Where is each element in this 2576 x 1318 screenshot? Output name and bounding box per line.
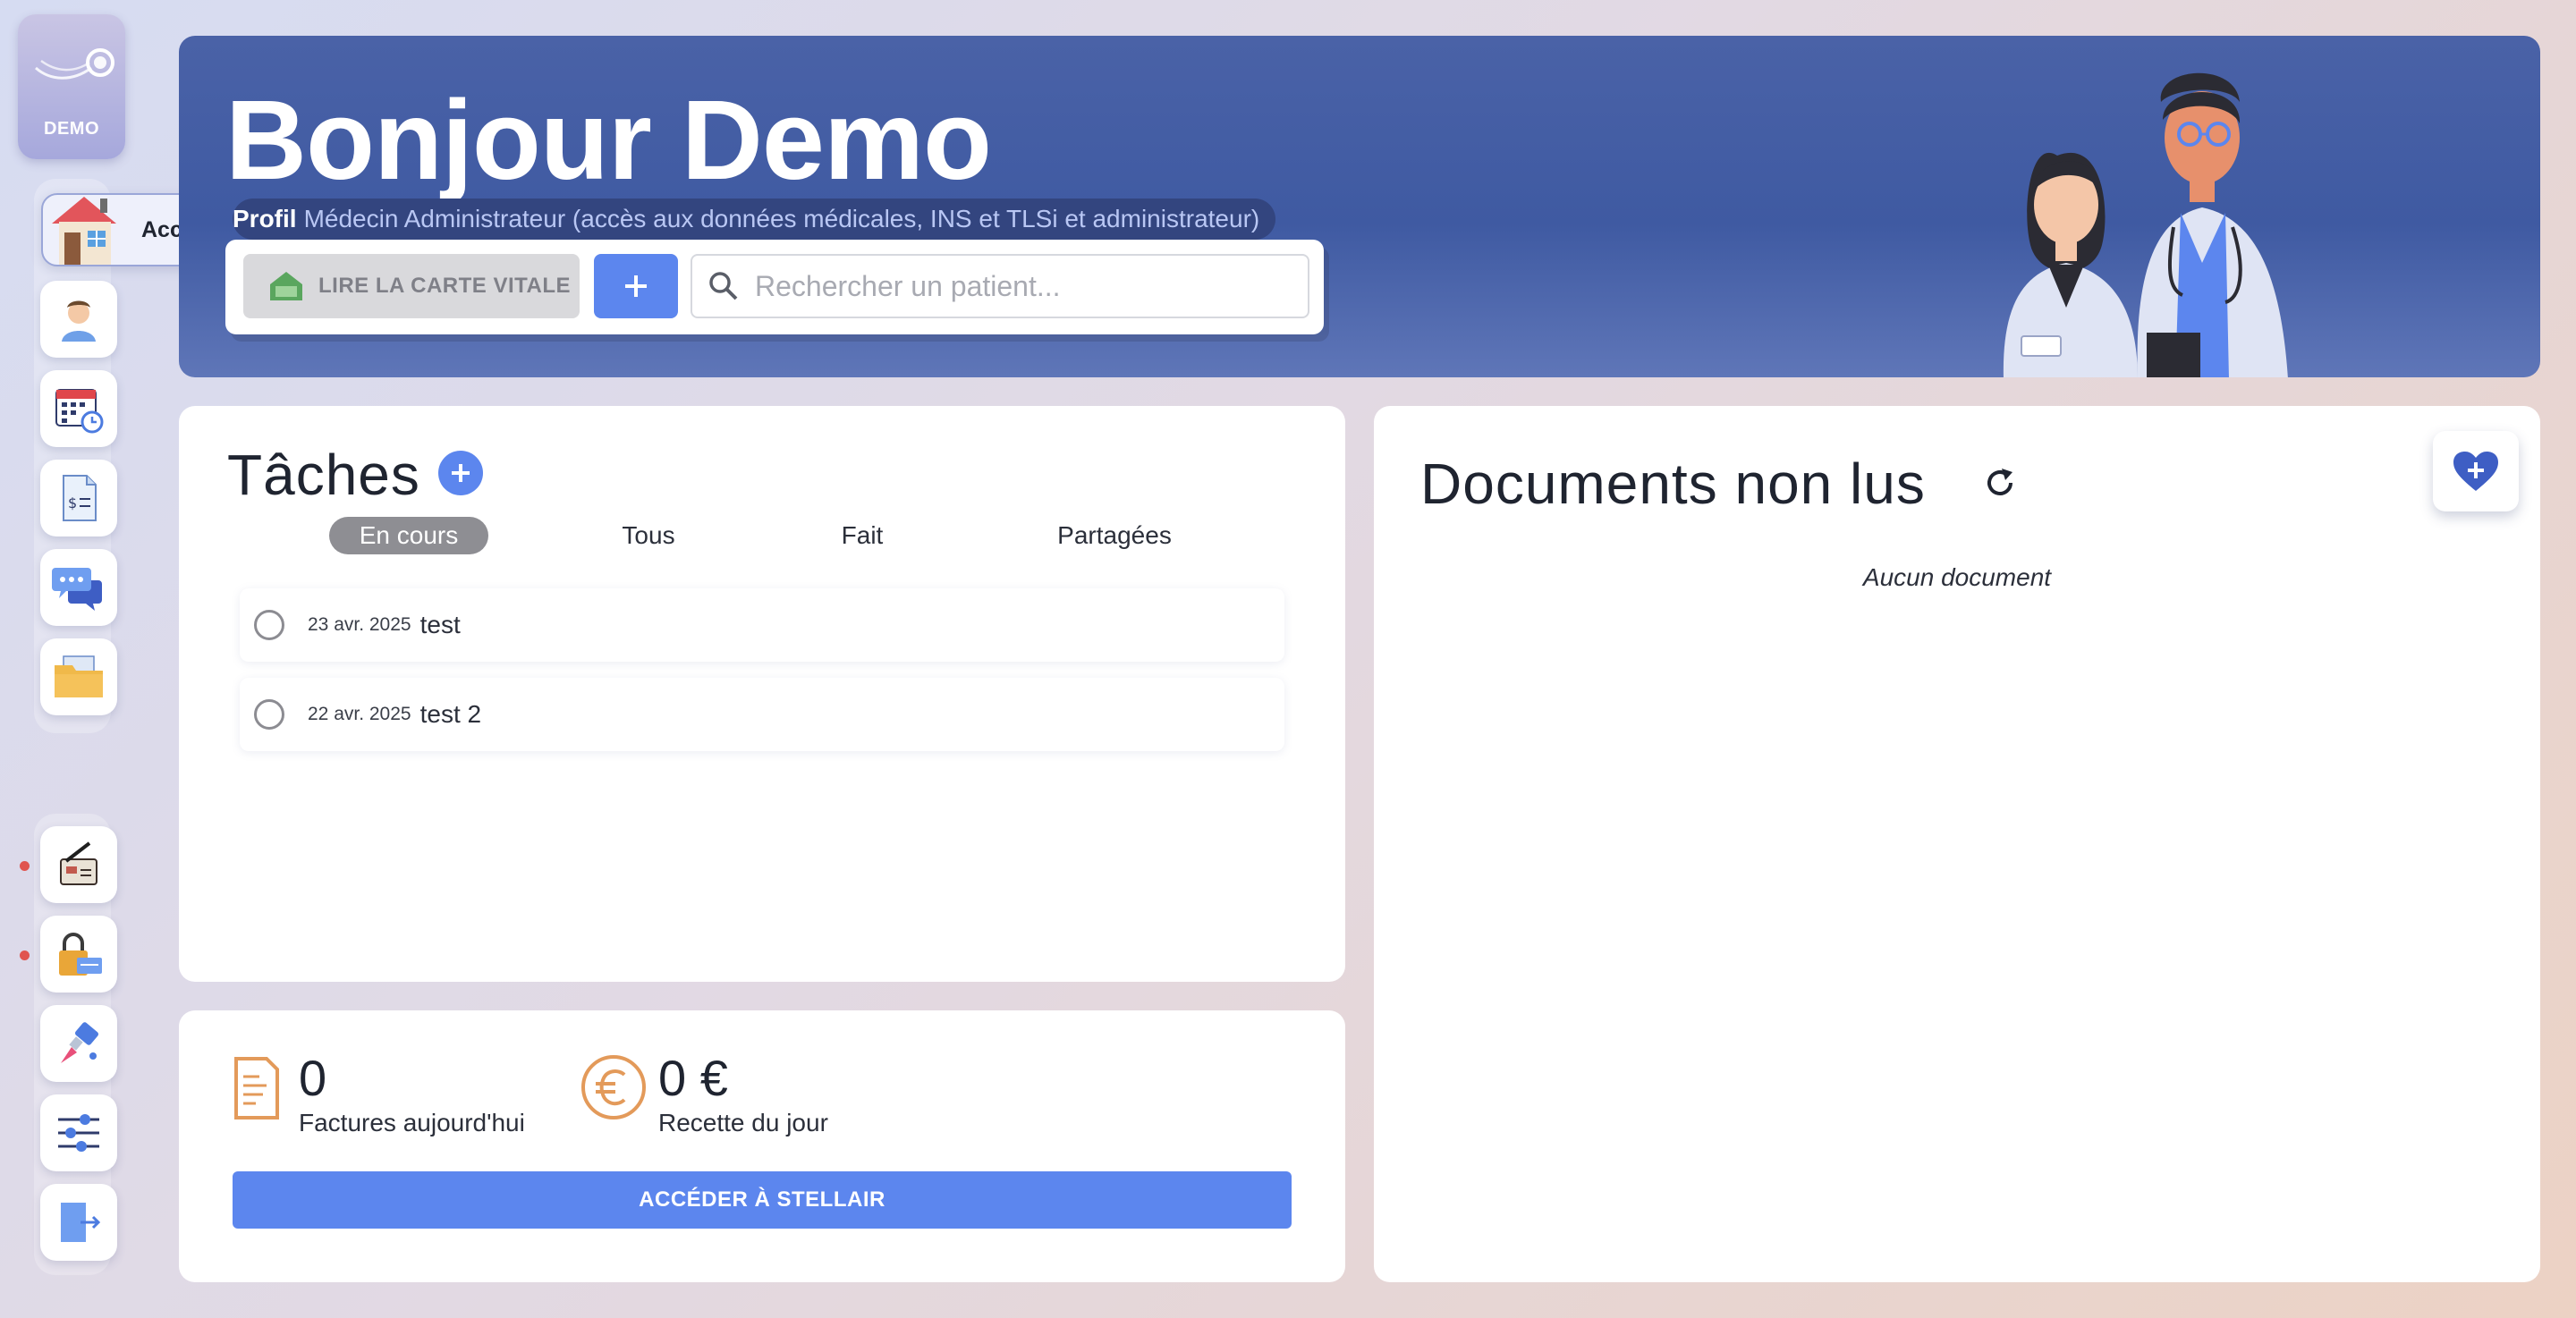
revenue-value: 0 € — [658, 1050, 728, 1106]
read-vitale-card-button[interactable]: LIRE LA CARTE VITALE — [243, 254, 580, 318]
sidebar-item-calendar[interactable] — [40, 370, 117, 447]
revenue-label: Recette du jour — [658, 1109, 828, 1136]
sidebar-item-settings[interactable] — [40, 1094, 117, 1171]
sidebar-item-invoice[interactable]: $ — [40, 460, 117, 536]
sidebar-item-secure-card[interactable] — [40, 916, 117, 993]
documents-title: Documents non lus — [1420, 452, 1926, 516]
plus-icon — [452, 464, 470, 482]
plus-icon — [625, 275, 647, 297]
sidebar-item-logout[interactable] — [40, 1184, 117, 1261]
documents-card: Documents non lus Aucun document — [1374, 406, 2540, 1282]
task-row[interactable]: 22 avr. 2025 test 2 — [240, 678, 1284, 751]
patient-icon — [62, 300, 96, 342]
search-icon — [709, 272, 738, 300]
add-task-button[interactable] — [438, 451, 483, 495]
stats-card: 0 Factures aujourd'hui 0 € Recette du jo… — [179, 1010, 1345, 1282]
patient-search-input[interactable] — [755, 269, 1274, 303]
tasks-title: Tâches — [227, 443, 420, 507]
documents-empty-text: Aucun document — [1862, 563, 2052, 591]
lock-card-icon — [59, 933, 102, 976]
heart-plus-icon — [2453, 452, 2498, 491]
task-date: 23 avr. 2025 — [308, 614, 411, 635]
task-date: 22 avr. 2025 — [308, 704, 411, 724]
sidebar-item-card-reader[interactable] — [40, 826, 117, 903]
page-title: Bonjour Demo — [225, 77, 992, 203]
profile-label: Profil — [233, 205, 297, 232]
profile-line: Profil Médecin Administrateur (accès aux… — [233, 199, 1276, 240]
read-vitale-card-label: LIRE LA CARTE VITALE — [318, 274, 571, 298]
alert-dot — [20, 861, 30, 871]
doctors-illustration — [2003, 72, 2288, 377]
task-row[interactable]: 23 avr. 2025 test — [240, 588, 1284, 662]
app-logo[interactable]: DEMO — [18, 14, 125, 159]
tasks-card: Tâches En cours Tous Fait Partagées 23 a… — [179, 406, 1345, 982]
card-reader-icon — [60, 841, 97, 885]
stellair-button[interactable]: ACCÉDER À STELLAIR — [233, 1171, 1292, 1229]
invoices-stat: 0 Factures aujourd'hui — [299, 1053, 525, 1137]
invoice-doc-icon — [234, 1057, 279, 1119]
logo-text: DEMO — [44, 119, 99, 139]
tab-fait[interactable]: Fait — [809, 517, 916, 554]
vitale-card-icon — [270, 272, 302, 300]
revenue-stat: 0 € Recette du jour — [658, 1053, 828, 1137]
tab-en-cours[interactable]: En cours — [329, 517, 488, 554]
svg-text:$: $ — [68, 494, 77, 511]
refresh-icon[interactable] — [1982, 465, 2018, 501]
invoice-icon: $ — [63, 475, 97, 521]
sidebar-item-folder[interactable] — [40, 638, 117, 715]
patient-search[interactable] — [691, 254, 1309, 318]
sidebar-item-patient[interactable] — [40, 281, 117, 358]
brush-icon — [61, 1022, 98, 1063]
logo-icon — [35, 48, 114, 80]
welcome-banner: Bonjour Demo Profil Médecin Administrate… — [179, 36, 2540, 377]
sidebar-item-messages[interactable] — [40, 549, 117, 626]
task-tabs: En cours Tous Fait Partagées — [179, 517, 1345, 556]
messages-icon — [52, 568, 102, 611]
task-checkbox[interactable] — [254, 699, 284, 730]
settings-sliders-icon — [58, 1114, 99, 1152]
add-patient-button[interactable] — [594, 254, 678, 318]
invoices-value: 0 — [299, 1050, 327, 1106]
calendar-icon — [55, 389, 104, 434]
task-name: test — [419, 611, 461, 638]
tab-partagees[interactable]: Partagées — [1025, 517, 1204, 554]
task-name: test 2 — [419, 700, 482, 728]
invoices-label: Factures aujourd'hui — [299, 1109, 525, 1136]
sidebar-item-theme[interactable] — [40, 1005, 117, 1082]
euro-icon — [581, 1055, 646, 1119]
profile-description: Médecin Administrateur (accès aux donnée… — [303, 205, 1260, 232]
add-health-document-button[interactable] — [2433, 431, 2519, 511]
quick-actions: LIRE LA CARTE VITALE — [225, 240, 1324, 334]
alert-dot — [20, 950, 30, 960]
task-checkbox[interactable] — [254, 610, 284, 640]
logout-icon — [61, 1203, 101, 1242]
tab-tous[interactable]: Tous — [590, 517, 707, 554]
home-icon — [52, 197, 116, 265]
folder-icon — [55, 655, 103, 697]
